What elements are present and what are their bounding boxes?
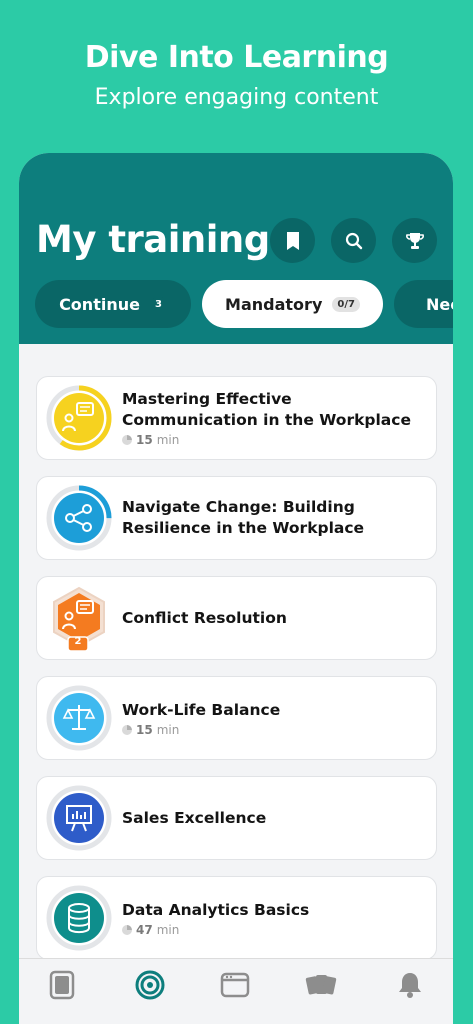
hero-subtitle: Explore engaging content <box>94 85 379 110</box>
share-icon <box>46 485 112 551</box>
search-icon <box>345 232 362 249</box>
course-card[interactable]: Data Analytics Basics 47 min <box>36 876 437 960</box>
browser-icon[interactable] <box>219 969 251 1001</box>
scale-icon <box>46 685 112 751</box>
course-card[interactable]: Sales Excellence <box>36 776 437 860</box>
header: My training Continue 3 Mandatory 0/7 Ne <box>19 153 453 344</box>
course-title: Sales Excellence <box>122 808 267 827</box>
tab-label: Mandatory <box>225 294 323 314</box>
training-tabs: Continue 3 Mandatory 0/7 Nee <box>35 280 453 330</box>
course-title: Conflict Resolution <box>122 608 287 627</box>
database-icon <box>46 885 112 951</box>
clock-icon <box>122 435 132 445</box>
bookmark-icon <box>286 231 299 250</box>
bottom-nav <box>19 958 453 1024</box>
page-title: My training <box>36 218 270 261</box>
tab-continue[interactable]: Continue 3 <box>35 280 191 328</box>
bookmark-button[interactable] <box>270 218 315 263</box>
course-duration: 47 min <box>122 923 426 937</box>
course-duration: 15 min <box>122 433 426 447</box>
tab-count: 0/7 <box>332 296 360 312</box>
course-card[interactable]: Mastering Effective Communication in the… <box>36 376 437 460</box>
tab-label: Nee <box>426 294 453 314</box>
bell-icon[interactable] <box>394 969 426 1001</box>
course-title: Navigate Change: Building Resilience in … <box>122 498 365 537</box>
presentation-icon <box>46 785 112 851</box>
search-button[interactable] <box>331 218 376 263</box>
phone-screen: My training Continue 3 Mandatory 0/7 Ne … <box>19 153 453 1024</box>
course-title: Work-Life Balance <box>122 700 281 719</box>
course-card[interactable]: Work-Life Balance 15 min <box>36 676 437 760</box>
course-card[interactable]: Navigate Change: Building Resilience in … <box>36 476 437 560</box>
tab-mandatory[interactable]: Mandatory 0/7 <box>202 280 383 328</box>
trophy-button[interactable] <box>392 218 437 263</box>
tab-count: 3 <box>149 296 167 312</box>
course-duration: 15 min <box>122 723 426 737</box>
course-title: Mastering Effective Communication in the… <box>122 390 411 429</box>
trophy-icon <box>405 232 424 249</box>
tab-label: Continue <box>59 294 140 314</box>
level-badge: 2 <box>74 636 82 647</box>
target-icon[interactable] <box>134 969 166 1001</box>
clock-icon <box>122 724 132 735</box>
cards-icon[interactable] <box>305 969 337 1001</box>
tab-needed[interactable]: Nee <box>394 280 453 328</box>
hero-title: Dive Into Learning <box>84 40 389 75</box>
course-card[interactable]: 2 Conflict Resolution <box>36 576 437 660</box>
library-icon[interactable] <box>46 969 78 1001</box>
course-title: Data Analytics Basics <box>122 900 310 919</box>
clock-icon <box>122 924 132 935</box>
chat-person-icon <box>46 385 112 451</box>
hero: Dive Into Learning Explore engaging cont… <box>0 40 473 110</box>
